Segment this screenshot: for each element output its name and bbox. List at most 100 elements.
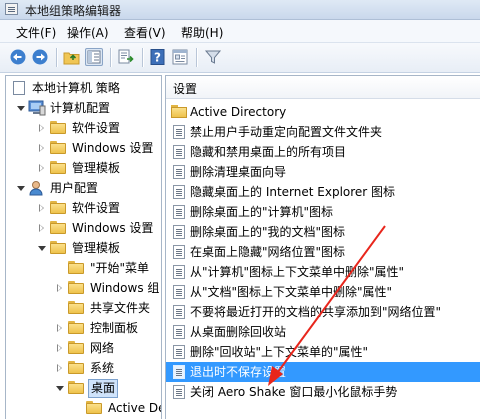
settings-list-pane[interactable]: 设置 Active Directory 禁止用户手动重定向配置文件文件夹 隐藏和…: [165, 75, 480, 419]
policy-setting-icon: [173, 145, 185, 159]
computer-icon: [28, 100, 46, 122]
folder-icon: [68, 261, 84, 274]
tree-item-label: 软件设置: [72, 201, 121, 215]
properties-icon[interactable]: [171, 48, 189, 66]
list-item-label: 关闭 Aero Shake 窗口最小化鼠标手势: [190, 385, 398, 399]
policy-setting-icon: [173, 305, 185, 319]
policy-setting-icon: [173, 245, 185, 259]
list-item-label: 隐藏桌面上的 Internet Explorer 图标: [190, 185, 396, 199]
menu-action[interactable]: 操作(A): [67, 24, 109, 41]
list-item[interactable]: 在桌面上隐藏"网络位置"图标: [166, 242, 480, 262]
list-item-label: 从"计算机"图标上下文菜单中删除"属性": [190, 265, 405, 279]
collapse-arrow-icon[interactable]: [39, 164, 45, 172]
list-item[interactable]: 禁止用户手动重定向配置文件文件夹: [166, 122, 480, 142]
tree-item-label: 网络: [90, 341, 115, 355]
menu-help[interactable]: 帮助(H): [181, 24, 223, 41]
list-item-label: 不要将最近打开的文档的共享添加到"网络位置": [190, 305, 442, 319]
policy-setting-icon: [173, 205, 185, 219]
list-item[interactable]: 删除"回收站"上下文菜单的"属性": [166, 342, 480, 362]
folder-icon: [171, 105, 187, 118]
list-column-header[interactable]: 设置: [166, 76, 480, 99]
folder-icon: [68, 341, 84, 354]
collapse-arrow-icon[interactable]: [39, 124, 45, 132]
policy-setting-icon: [173, 225, 185, 239]
list-item-label: 退出时不保存设置: [190, 365, 287, 379]
expand-arrow-icon[interactable]: [38, 246, 46, 251]
collapse-arrow-icon[interactable]: [57, 284, 63, 292]
menu-file[interactable]: 文件(F): [16, 24, 56, 41]
column-header-label: 设置: [173, 82, 198, 96]
folder-icon: [50, 121, 66, 134]
tree-item-label: Windows 组: [90, 281, 160, 295]
list-item-folder[interactable]: Active Directory: [166, 102, 480, 122]
tree-item-label: 桌面: [88, 379, 119, 398]
user-icon: [28, 180, 46, 202]
tree-item-label: Windows 设置: [72, 141, 154, 155]
list-item-label: 禁止用户手动重定向配置文件文件夹: [190, 125, 383, 139]
list-item[interactable]: 隐藏和禁用桌面上的所有项目: [166, 142, 480, 162]
list-item-selected[interactable]: 退出时不保存设置: [166, 362, 480, 382]
collapse-arrow-icon[interactable]: [57, 324, 63, 332]
collapse-arrow-icon[interactable]: [39, 204, 45, 212]
folder-icon: [50, 161, 66, 174]
collapse-arrow-icon[interactable]: [39, 224, 45, 232]
toolbar: ?: [0, 43, 480, 73]
folder-icon: [50, 201, 66, 214]
policy-setting-icon: [173, 345, 185, 359]
toolbar-separator: [56, 48, 57, 67]
menu-bar: 文件(F) 操作(A) 查看(V) 帮助(H): [0, 20, 480, 43]
folder-icon: [50, 241, 66, 254]
list-item[interactable]: 从"文档"图标上下文菜单中删除"属性": [166, 282, 480, 302]
policy-setting-icon: [173, 265, 185, 279]
app-icon: [5, 3, 18, 15]
back-arrow-icon[interactable]: [9, 48, 27, 66]
collapse-arrow-icon[interactable]: [57, 344, 63, 352]
list-item[interactable]: 关闭 Aero Shake 窗口最小化鼠标手势: [166, 382, 480, 402]
export-list-icon[interactable]: [117, 48, 135, 66]
list-item[interactable]: 删除清理桌面向导: [166, 162, 480, 182]
list-item-label: 从"文档"图标上下文菜单中删除"属性": [190, 285, 393, 299]
folder-icon: [68, 381, 84, 394]
tree-item-label: 软件设置: [72, 121, 121, 135]
folder-icon: [68, 281, 84, 294]
folder-icon: [68, 321, 84, 334]
policy-setting-icon: [173, 325, 185, 339]
policy-doc-icon: [13, 81, 25, 95]
policy-setting-icon: [173, 385, 185, 399]
forward-arrow-icon[interactable]: [31, 48, 49, 66]
policy-setting-icon: [173, 285, 185, 299]
expand-arrow-icon[interactable]: [56, 386, 64, 391]
toolbar-separator: [110, 48, 111, 67]
show-hide-tree-icon[interactable]: [85, 48, 103, 66]
toolbar-separator: [196, 48, 197, 67]
list-item-label: Active Directory: [190, 105, 287, 119]
list-item-label: 删除桌面上的"计算机"图标: [190, 205, 334, 219]
tree-item-label: 管理模板: [72, 161, 121, 175]
tree-item-label: 本地计算机 策略: [32, 81, 120, 95]
folder-icon: [68, 361, 84, 374]
collapse-arrow-icon[interactable]: [39, 144, 45, 152]
tree-item-label: 计算机配置: [50, 101, 111, 115]
tree-pane[interactable]: 本地计算机 策略 计算机配置 软件设置 Windows 设置 管理模板 用户配置: [5, 75, 162, 419]
list-item[interactable]: 不要将最近打开的文档的共享添加到"网络位置": [166, 302, 480, 322]
tree-item-label: 共享文件夹: [90, 301, 151, 315]
title-bar: 本地组策略编辑器: [0, 0, 480, 20]
list-item[interactable]: 删除桌面上的"我的文档"图标: [166, 222, 480, 242]
svg-text:?: ?: [154, 51, 161, 65]
expand-arrow-icon[interactable]: [17, 106, 25, 111]
folder-icon: [68, 301, 84, 314]
menu-view[interactable]: 查看(V): [124, 24, 166, 41]
window-title: 本地组策略编辑器: [25, 4, 122, 18]
help-icon[interactable]: ?: [149, 48, 167, 66]
up-folder-icon[interactable]: [63, 48, 81, 66]
list-item[interactable]: 从桌面删除回收站: [166, 322, 480, 342]
list-item[interactable]: 隐藏桌面上的 Internet Explorer 图标: [166, 182, 480, 202]
collapse-arrow-icon[interactable]: [57, 364, 63, 372]
tree-item-label: 控制面板: [90, 321, 139, 335]
list-item[interactable]: 从"计算机"图标上下文菜单中删除"属性": [166, 262, 480, 282]
tree-item-label: 管理模板: [72, 241, 121, 255]
expand-arrow-icon[interactable]: [17, 186, 25, 191]
list-item[interactable]: 删除桌面上的"计算机"图标: [166, 202, 480, 222]
folder-icon: [86, 401, 102, 414]
filter-icon[interactable]: [204, 48, 222, 66]
